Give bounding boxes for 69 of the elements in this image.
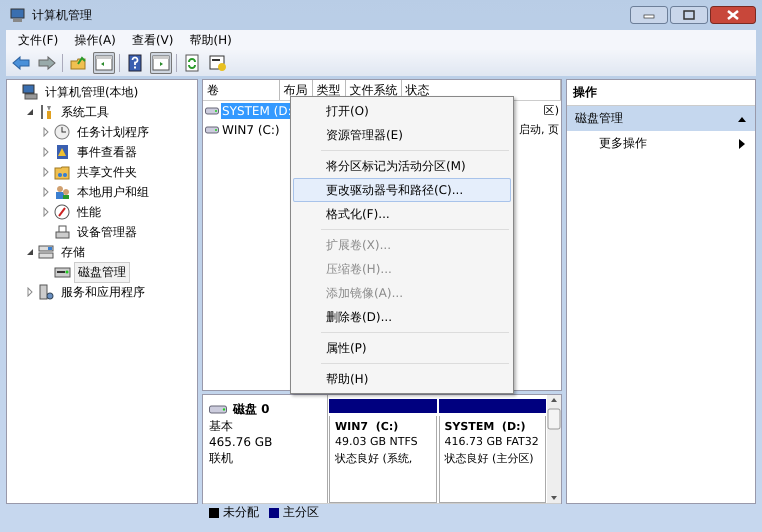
partition-status: 状态良好 (主分区) <box>444 451 535 467</box>
maximize-button[interactable] <box>670 6 708 24</box>
menu-item[interactable]: 更改驱动器号和路径(C)... <box>293 178 511 202</box>
partition-name: WIN7 (C:) <box>335 420 400 433</box>
folder-icon[interactable] <box>69 54 87 72</box>
disk-label: 磁盘 0 <box>233 401 270 418</box>
menu-item[interactable]: 将分区标记为活动分区(M) <box>293 154 511 178</box>
storage-icon <box>38 244 55 260</box>
tree-item[interactable]: 存储 <box>58 242 88 262</box>
menu-item[interactable]: 查看(V) <box>124 30 182 50</box>
properties-icon[interactable] <box>209 54 227 72</box>
tree-item[interactable]: 性能 <box>74 202 104 222</box>
tree-item[interactable]: 磁盘管理 <box>74 262 130 282</box>
partition-size: 49.03 GB NTFS <box>335 434 419 450</box>
menu-item[interactable]: 删除卷(D)... <box>293 305 511 329</box>
close-button[interactable] <box>710 6 756 24</box>
forward-arrow-icon[interactable] <box>38 54 56 72</box>
disk-type: 基本 <box>209 418 234 434</box>
disk-size: 465.76 GB <box>209 434 274 450</box>
menu-item[interactable]: 打开(O) <box>293 99 511 123</box>
server-icon <box>38 284 55 300</box>
table-cell[interactable]: WIN7 (C:) <box>221 122 281 138</box>
disk-status: 联机 <box>209 450 234 466</box>
computer-icon <box>22 84 39 100</box>
pane-icon[interactable] <box>152 54 170 72</box>
legend-label: 主分区 <box>283 504 319 521</box>
legend-label: 未分配 <box>223 504 259 521</box>
actions-section[interactable]: 磁盘管理 <box>567 106 755 131</box>
menu-item[interactable]: 帮助(H) <box>293 367 511 391</box>
log-icon <box>54 144 71 160</box>
refresh-icon[interactable] <box>183 54 201 72</box>
drive-icon <box>205 124 219 134</box>
clock-icon <box>54 124 71 140</box>
menu-item[interactable]: 帮助(H) <box>181 30 240 50</box>
window-title: 计算机管理 <box>32 6 92 24</box>
minimize-button[interactable] <box>630 6 668 24</box>
tree-item[interactable]: 计算机管理(本地) <box>42 82 142 102</box>
table-cell-text: 启动, 页 <box>519 122 560 137</box>
drive-icon <box>205 106 219 116</box>
table-cell-text: 区) <box>544 103 560 118</box>
section-title: 磁盘管理 <box>575 110 623 127</box>
computer-icon <box>10 7 26 23</box>
partition-name: SYSTEM (D:) <box>444 420 527 433</box>
expander-icon[interactable] <box>25 247 35 257</box>
help-icon[interactable] <box>126 54 144 72</box>
tree-item[interactable]: 共享文件夹 <box>74 162 140 182</box>
tree-item[interactable]: 任务计划程序 <box>74 122 152 142</box>
menu-item[interactable]: 资源管理器(E) <box>293 123 511 147</box>
tree-item[interactable]: 事件查看器 <box>74 142 140 162</box>
menu-item[interactable]: 文件(F) <box>10 30 66 50</box>
tree-item[interactable]: 系统工具 <box>58 102 112 122</box>
column-header[interactable]: 卷 <box>203 80 280 100</box>
menu-item[interactable]: 格式化(F)... <box>293 202 511 226</box>
partition-status: 状态良好 (系统, <box>335 451 414 467</box>
users-icon <box>54 184 71 200</box>
tree-item[interactable]: 设备管理器 <box>74 222 140 242</box>
menu-item[interactable]: 操作(A) <box>66 30 124 50</box>
tree-item[interactable]: 本地用户和组 <box>74 182 152 202</box>
pane-icon[interactable] <box>95 54 113 72</box>
gauge-icon <box>54 204 71 220</box>
expander-icon[interactable] <box>25 107 35 117</box>
device-icon <box>54 224 71 240</box>
back-arrow-icon[interactable] <box>12 54 30 72</box>
action-link[interactable]: 更多操作 <box>599 135 647 152</box>
shared-folder-icon <box>54 164 71 180</box>
tree-item[interactable]: 服务和应用程序 <box>58 282 148 302</box>
menu-item[interactable]: 属性(P) <box>293 336 511 360</box>
submenu-arrow-icon <box>739 138 745 148</box>
partition-size: 416.73 GB FAT32 <box>444 434 540 450</box>
